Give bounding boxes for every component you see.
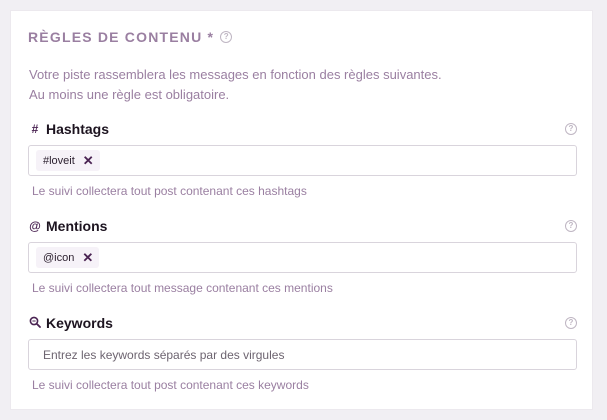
mentions-header: @ Mentions ? (28, 216, 577, 236)
question-circle-icon[interactable]: ? (565, 317, 577, 329)
hashtags-label: Hashtags (46, 121, 110, 137)
hashtags-hint: Le suivi collectera tout post contenant … (32, 184, 307, 198)
description-line-2: Au moins une règle est obligatoire. (29, 87, 230, 102)
keywords-input[interactable] (36, 347, 576, 362)
mentions-section: @ Mentions ? @icon ✕ Le suivi collectera… (28, 216, 577, 295)
at-icon: @ (29, 219, 41, 233)
content-rules-panel: RÈGLES DE CONTENU * ? Votre piste rassem… (10, 10, 593, 410)
content-rules-header: RÈGLES DE CONTENU * ? (28, 29, 233, 45)
keyword-search-icon (28, 316, 42, 331)
question-circle-icon[interactable]: ? (220, 31, 233, 43)
mentions-input[interactable]: @icon ✕ (28, 242, 577, 273)
tag-label: #loveit (43, 154, 75, 167)
mentions-label: Mentions (46, 218, 108, 234)
section-title: RÈGLES DE CONTENU * (28, 29, 215, 45)
keywords-header: Keywords ? (28, 313, 577, 333)
keywords-section: Keywords ? Le suivi collectera tout post… (28, 313, 577, 392)
close-icon[interactable]: ✕ (82, 251, 93, 264)
keywords-hint: Le suivi collectera tout post contenant … (32, 378, 309, 392)
question-circle-icon[interactable]: ? (565, 220, 577, 232)
close-icon[interactable]: ✕ (83, 154, 94, 167)
hashtag-icon: # (31, 122, 39, 136)
hashtags-header: # Hashtags ? (28, 119, 577, 139)
tag-chip: #loveit ✕ (36, 150, 100, 171)
mentions-hint: Le suivi collectera tout message contena… (32, 281, 333, 295)
tag-chip: @icon ✕ (36, 247, 100, 268)
tag-label: @icon (43, 251, 75, 264)
rules-description: Votre piste rassemblera les messages en … (29, 65, 442, 105)
description-line-1: Votre piste rassemblera les messages en … (29, 67, 442, 82)
hashtags-section: # Hashtags ? #loveit ✕ Le suivi collecte… (28, 119, 577, 198)
question-circle-icon[interactable]: ? (565, 123, 577, 135)
keywords-label: Keywords (46, 315, 113, 331)
keywords-field (28, 339, 577, 370)
hashtags-input[interactable]: #loveit ✕ (28, 145, 577, 176)
